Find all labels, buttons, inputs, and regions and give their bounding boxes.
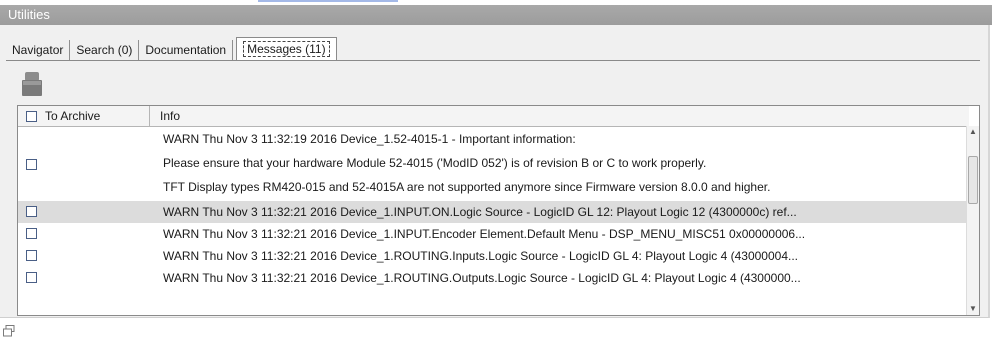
message-row[interactable]: WARN Thu Nov 3 11:32:21 2016 Device_1.IN…: [18, 201, 969, 223]
message-info: WARN Thu Nov 3 11:32:21 2016 Device_1.IN…: [163, 227, 806, 241]
tab-label: Messages (11): [243, 41, 330, 57]
resize-grip-icon[interactable]: [3, 325, 15, 337]
archive-checkbox[interactable]: [26, 159, 37, 170]
message-row[interactable]: WARN Thu Nov 3 11:32:21 2016 Device_1.RO…: [18, 267, 969, 289]
archive-checkbox[interactable]: [26, 228, 37, 239]
vertical-scrollbar[interactable]: ▲ ▼: [966, 126, 979, 315]
column-label: Info: [160, 109, 181, 123]
archive-cell: [18, 245, 150, 267]
scroll-down-arrow-icon[interactable]: ▼: [967, 303, 979, 315]
archive-cell: [18, 201, 150, 223]
tab-messages[interactable]: Messages (11): [236, 37, 337, 61]
message-info: WARN Thu Nov 3 11:32:21 2016 Device_1.IN…: [163, 205, 797, 219]
message-line: Please ensure that your hardware Module …: [163, 156, 707, 170]
tab-search[interactable]: Search (0): [70, 40, 140, 61]
message-line: TFT Display types RM420-015 and 52-4015A…: [163, 180, 771, 194]
message-info: WARN Thu Nov 3 11:32:21 2016 Device_1.RO…: [163, 271, 801, 285]
panel-title-bar: Utilities: [0, 5, 992, 25]
archive-cell: [18, 127, 150, 201]
tab-navigator[interactable]: Navigator: [6, 40, 71, 61]
archive-checkbox[interactable]: [26, 250, 37, 261]
column-label: To Archive: [45, 109, 101, 123]
tab-label: Documentation: [145, 43, 227, 57]
column-header-to-archive[interactable]: To Archive: [18, 106, 150, 126]
grid-header: To Archive Info: [18, 106, 969, 127]
message-line: WARN Thu Nov 3 11:32:19 2016 Device_1.52…: [163, 132, 576, 146]
archive-cell: [18, 223, 150, 245]
panel-title: Utilities: [8, 7, 50, 22]
archive-icon: [22, 72, 42, 96]
tab-label: Search (0): [76, 43, 133, 57]
tab-divider: [6, 60, 980, 61]
select-all-checkbox[interactable]: [26, 110, 37, 122]
message-row[interactable]: WARN Thu Nov 3 11:32:21 2016 Device_1.RO…: [18, 245, 969, 267]
scroll-up-arrow-icon[interactable]: ▲: [967, 126, 979, 138]
message-row[interactable]: WARN Thu Nov 3 11:32:21 2016 Device_1.IN…: [18, 223, 969, 245]
tab-strip: Navigator Search (0) Documentation Messa…: [6, 37, 337, 61]
utilities-panel: Navigator Search (0) Documentation Messa…: [0, 25, 990, 318]
resize-grip-glyph: [3, 325, 15, 337]
column-header-info[interactable]: Info: [150, 106, 969, 126]
messages-grid: To Archive Info WARN Thu Nov 3 11:32:19 …: [17, 105, 980, 316]
archive-checkbox[interactable]: [26, 206, 37, 217]
archive-checkbox[interactable]: [26, 272, 37, 283]
scroll-thumb[interactable]: [968, 156, 978, 204]
message-info: WARN Thu Nov 3 11:32:19 2016 Device_1.52…: [150, 127, 969, 201]
tab-label: Navigator: [12, 43, 64, 57]
archive-cell: [18, 267, 150, 289]
message-info: WARN Thu Nov 3 11:32:21 2016 Device_1.RO…: [163, 249, 799, 263]
archive-button[interactable]: [18, 70, 48, 100]
message-rows: WARN Thu Nov 3 11:32:19 2016 Device_1.52…: [18, 127, 969, 289]
message-row[interactable]: WARN Thu Nov 3 11:32:19 2016 Device_1.52…: [18, 127, 969, 201]
tab-documentation[interactable]: Documentation: [139, 40, 234, 61]
